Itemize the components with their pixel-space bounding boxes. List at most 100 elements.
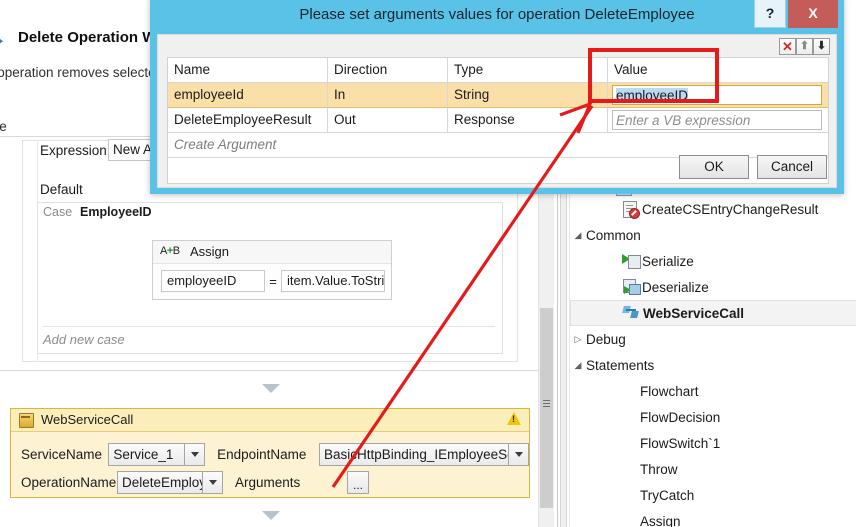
toolbox-item-debug[interactable]: ▷ Debug <box>570 326 856 352</box>
assign-activity[interactable]: A+B Assign employeeID = item.Value.ToStr… <box>152 240 392 300</box>
toolbox-item-label: Debug <box>586 331 626 347</box>
column-header-value[interactable]: Value <box>608 58 828 83</box>
expander-icon[interactable]: ▷ <box>570 334 586 345</box>
assign-to-input[interactable]: employeeID <box>161 270 265 292</box>
argument-direction-cell[interactable]: In <box>328 83 448 108</box>
toolbox-item-label: Statements <box>586 357 655 373</box>
toolbox-item-statements[interactable]: ◢ Statements <box>570 352 856 378</box>
toolbox-tree: CreateCSEntryChangeResult ◢ Common Serializ… <box>570 188 856 527</box>
toolbox-item-trycatch[interactable]: TryCatch <box>570 482 856 508</box>
grid-toolbar: ✕ ⬆ ⬇ <box>779 38 830 55</box>
toolbox-scrollbar[interactable] <box>558 188 570 527</box>
operationname-combobox[interactable]: DeleteEmployee <box>117 470 223 494</box>
assign-activity-title: Assign <box>190 244 230 259</box>
document-error-icon <box>622 200 642 219</box>
case-value-label: EmployeeID <box>80 205 152 219</box>
toolbox-item-assign[interactable]: Assign <box>570 508 856 527</box>
flow-connector-arrow-top <box>262 384 280 393</box>
arguments-ellipsis-button[interactable]: ... <box>347 470 369 494</box>
argument-row[interactable]: DeleteEmployeeResult Out Response Enter a V… <box>168 108 828 133</box>
toolbox-item-label: Assign <box>640 513 681 527</box>
servicename-label: ServiceName <box>21 446 103 462</box>
toolbox-item-label: FlowDecision <box>640 409 721 425</box>
assign-ab-icon: A+B <box>160 245 180 257</box>
activity-icon <box>19 413 34 428</box>
toolbox-item-throw[interactable]: Throw <box>570 456 856 482</box>
toolbox-item-flowchart[interactable]: Flowchart <box>570 378 856 404</box>
toolbox-item-createcsentrychangeresult[interactable]: CreateCSEntryChangeResult <box>570 196 856 222</box>
toolbox-item-label: CreateCSEntryChangeResult <box>642 201 819 217</box>
serialize-icon <box>622 252 642 270</box>
toolbox-panel: CreateCSEntryChangeResult ◢ Common Serializ… <box>557 188 856 527</box>
warning-icon[interactable]: ! <box>507 412 521 425</box>
toolbox-item-deserialize[interactable]: Deserialize <box>570 274 856 300</box>
servicename-combobox[interactable]: Service_1 <box>108 442 206 466</box>
assign-activity-header: A+B Assign <box>153 241 391 264</box>
move-up-icon[interactable]: ⬆ <box>796 38 813 55</box>
value-expression-placeholder[interactable]: Enter a VB expression <box>612 110 822 130</box>
canvas-vertical-scrollbar[interactable] <box>538 188 554 527</box>
toolbox-item-label: Throw <box>640 461 678 477</box>
expression-label: Expression <box>40 143 107 158</box>
toolbox-item-label: Serialize <box>642 253 694 269</box>
toolbox-item-flowdecision[interactable]: FlowDecision <box>570 404 856 430</box>
toolbox-item-label: TryCatch <box>640 487 695 503</box>
toolbox-item-label: FlowSwitch`1 <box>640 435 721 451</box>
workflow-page-title: Delete Operation Wo <box>18 29 166 46</box>
cancel-button[interactable]: Cancel <box>757 155 827 179</box>
webservicecall-activity[interactable]: WebServiceCall ! ServiceName Service_1 E… <box>10 408 530 498</box>
argument-direction-cell[interactable]: Out <box>328 108 448 133</box>
webservicecall-title: WebServiceCall <box>41 412 134 427</box>
chevron-down-icon[interactable] <box>202 471 222 493</box>
column-header-type[interactable]: Type <box>448 58 608 83</box>
add-new-case-link[interactable]: Add new case <box>43 332 125 347</box>
webservicecall-row-1: ServiceName Service_1 EndpointName Basic… <box>11 441 530 467</box>
argument-value-cell[interactable]: employeeID <box>608 83 828 108</box>
help-button[interactable]: ? <box>754 0 786 28</box>
chevron-down-icon[interactable] <box>184 443 204 465</box>
column-header-name[interactable]: Name <box>168 58 328 83</box>
delete-argument-icon[interactable]: ✕ <box>779 38 796 55</box>
toolbox-item-webservicecall[interactable]: WebServiceCall <box>570 300 856 326</box>
workflow-description-2: ete <box>0 119 7 134</box>
webservicecall-header: WebServiceCall ! <box>11 409 529 432</box>
endpointname-value: BasicHttpBinding_IEmployeeService <box>324 446 508 462</box>
value-expression-input[interactable]: employeeID <box>612 85 822 105</box>
move-down-icon[interactable]: ⬇ <box>813 38 830 55</box>
webservicecall-row-2: OperationName DeleteEmployee Arguments .… <box>11 469 529 495</box>
assign-activity-body: employeeID = item.Value.ToStrin <box>161 270 385 292</box>
toolbox-item-common[interactable]: ◢ Common <box>570 222 856 248</box>
argument-type-cell[interactable]: Response <box>448 108 608 133</box>
argument-name-cell[interactable]: employeeId <box>168 83 328 108</box>
toolbox-item-label: Common <box>586 227 641 243</box>
toolbox-item-label: WebServiceCall <box>643 305 745 321</box>
column-header-direction[interactable]: Direction <box>328 58 448 83</box>
argument-type-cell[interactable]: String <box>448 83 608 108</box>
workflow-description: e operation removes selected <box>0 65 164 80</box>
assign-equals-label: = <box>269 273 277 289</box>
chevron-down-icon[interactable] <box>508 443 528 465</box>
endpointname-label: EndpointName <box>217 446 307 462</box>
ok-button[interactable]: OK <box>679 155 749 179</box>
case-divider <box>43 326 495 327</box>
endpointname-combobox[interactable]: BasicHttpBinding_IEmployeeService <box>319 442 530 466</box>
assign-value-input[interactable]: item.Value.ToStrin <box>281 270 385 292</box>
argument-row[interactable]: employeeId In String employeeID <box>168 83 828 108</box>
arguments-dialog: Please set arguments values for operatio… <box>150 0 844 194</box>
argument-value-cell[interactable]: Enter a VB expression <box>608 108 828 133</box>
close-button[interactable]: X <box>788 0 838 28</box>
dialog-title: Please set arguments values for operatio… <box>299 6 695 23</box>
canvas-scrollbar-thumb[interactable] <box>540 308 553 508</box>
toolbox-item-flowswitch-1[interactable]: FlowSwitch`1 <box>570 430 856 456</box>
toolbox-scrollbar-thumb[interactable] <box>560 188 567 527</box>
argument-name-cell[interactable]: DeleteEmployeeResult <box>168 108 328 133</box>
default-case-label: Default <box>40 182 83 197</box>
dialog-body: ✕ ⬆ ⬇ Name Direction Type Value employeeId In… <box>157 34 837 188</box>
toolbox-item-serialize[interactable]: Serialize <box>570 248 856 274</box>
deserialize-icon <box>622 278 642 296</box>
canvas-scrollbar-grip-icon <box>543 400 550 407</box>
toolbox-item-label: Flowchart <box>640 383 699 399</box>
operationname-label: OperationName <box>21 474 117 490</box>
expander-icon[interactable]: ◢ <box>570 360 586 371</box>
expander-icon[interactable]: ◢ <box>570 230 586 241</box>
